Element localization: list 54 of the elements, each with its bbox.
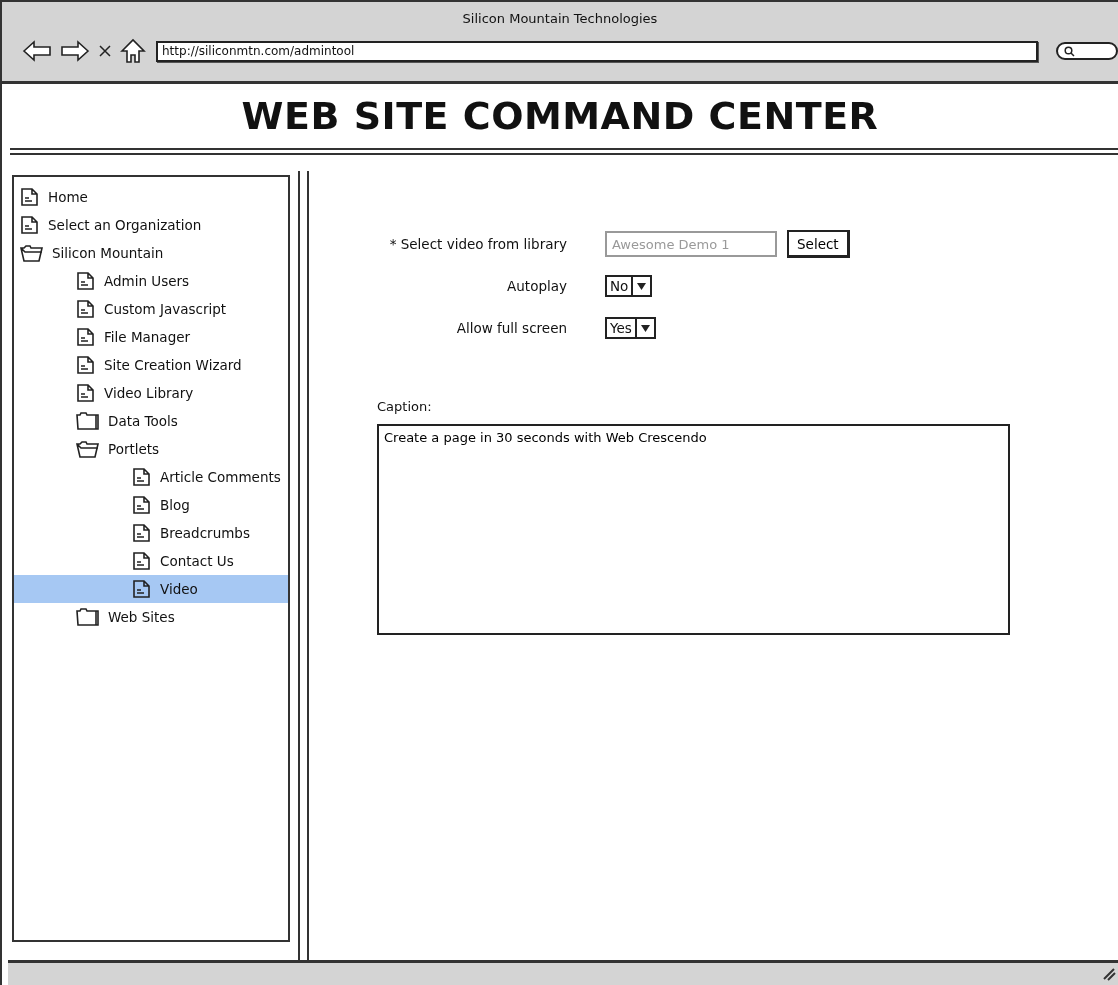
document-icon xyxy=(132,551,152,571)
document-icon xyxy=(76,271,96,291)
document-icon xyxy=(76,327,96,347)
tree-item[interactable]: Data Tools xyxy=(14,407,288,435)
dropdown[interactable]: Yes xyxy=(605,317,656,339)
tree-item[interactable]: Silicon Mountain xyxy=(14,239,288,267)
tree-item[interactable]: Article Comments xyxy=(14,463,288,491)
caret-icon xyxy=(637,282,647,290)
tree-item[interactable]: Portlets xyxy=(14,435,288,463)
document-icon xyxy=(20,215,40,235)
address-field[interactable]: http://siliconmtn.com/admintool xyxy=(156,40,1038,62)
document-icon xyxy=(76,299,96,319)
caption-field[interactable]: Create a page in 30 seconds with Web Crescendo xyxy=(377,424,1010,635)
field-label: Allow full screen xyxy=(455,320,567,336)
tree-item[interactable]: Video xyxy=(14,575,288,603)
document-icon xyxy=(20,187,40,207)
tree-item[interactable]: Contact Us xyxy=(14,547,288,575)
folder-icon xyxy=(76,412,100,430)
tree-item[interactable]: Breadcrumbs xyxy=(14,519,288,547)
tree-item[interactable]: Web Sites xyxy=(14,603,288,631)
document-icon xyxy=(132,523,152,543)
resize-grip-icon[interactable] xyxy=(1102,967,1116,981)
video-field[interactable]: Awesome Demo 1 xyxy=(605,231,777,257)
field-label: Autoplay xyxy=(506,278,567,294)
tree-item[interactable]: Blog xyxy=(14,491,288,519)
tree-item[interactable]: Site Creation Wizard xyxy=(14,351,288,379)
back-arrow-icon[interactable] xyxy=(22,40,52,62)
document-icon xyxy=(76,355,96,375)
dropdown[interactable]: No xyxy=(605,275,653,297)
search-field[interactable] xyxy=(1056,42,1118,60)
document-icon xyxy=(132,579,152,599)
open-folder-icon xyxy=(76,440,100,458)
folder-icon xyxy=(76,608,100,626)
home-icon[interactable] xyxy=(120,38,146,64)
tree-item[interactable]: Video Library xyxy=(14,379,288,407)
caret-icon xyxy=(640,324,650,332)
forward-arrow-icon[interactable] xyxy=(60,40,90,62)
page-title: WEB SITE COMMAND CENTER xyxy=(241,94,879,138)
tree-item[interactable]: Admin Users xyxy=(14,267,288,295)
caption-label: Caption: xyxy=(377,399,432,414)
document-icon xyxy=(76,383,96,403)
open-folder-icon xyxy=(20,244,44,262)
tree-item[interactable]: Home xyxy=(14,183,288,211)
close-icon[interactable] xyxy=(98,44,112,58)
panel-splitter[interactable] xyxy=(298,171,309,960)
tree-item[interactable]: Select an Organization xyxy=(14,211,288,239)
tree-item[interactable]: File Manager xyxy=(14,323,288,351)
document-icon xyxy=(132,467,152,487)
tree-item[interactable]: Custom Javascript xyxy=(14,295,288,323)
search-icon xyxy=(1064,45,1075,57)
document-icon xyxy=(132,495,152,515)
select-button[interactable]: Select xyxy=(787,230,850,258)
field-label: * Select video from library xyxy=(388,236,567,252)
window-title: Silicon Mountain Technologies xyxy=(462,11,658,26)
